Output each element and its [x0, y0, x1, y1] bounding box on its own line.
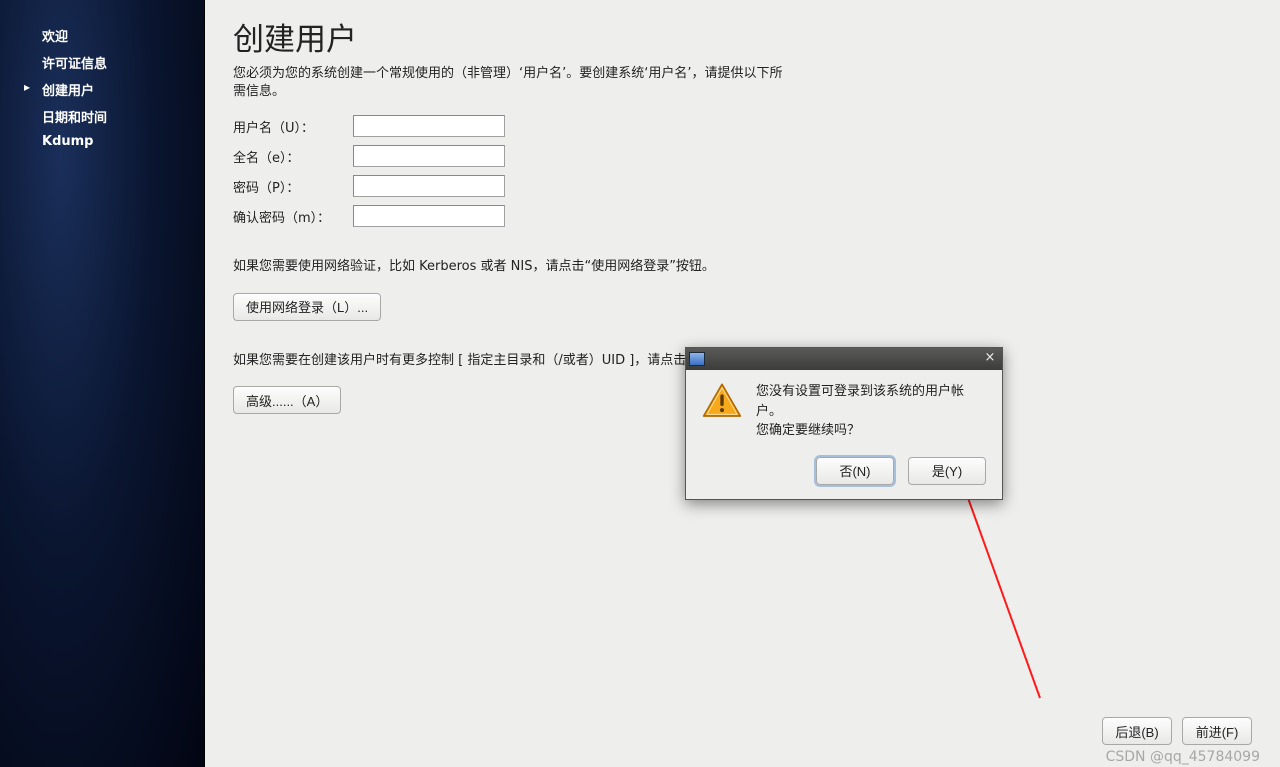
sidebar-item-kdump[interactable]: Kdump: [0, 130, 204, 153]
confirm-password-label: 确认密码（m）：: [233, 207, 353, 226]
fullname-input[interactable]: [353, 145, 505, 167]
username-input[interactable]: [353, 115, 505, 137]
network-login-button[interactable]: 使用网络登录（L）...: [233, 293, 381, 321]
network-login-hint: 如果您需要使用网络验证，比如 Kerberos 或者 NIS，请点击“使用网络登…: [233, 257, 793, 277]
dialog-no-button[interactable]: 否(N): [816, 457, 894, 485]
page-intro: 您必须为您的系统创建一个常规使用的（非管理）‘用户名’。要创建系统‘用户名’，请…: [233, 65, 793, 101]
forward-button[interactable]: 前进(F): [1182, 717, 1252, 745]
page-title: 创建用户: [233, 14, 1252, 59]
dialog-line2: 您确定要继续吗？: [756, 421, 986, 441]
setup-sidebar: 欢迎 许可证信息 创建用户 日期和时间 Kdump: [0, 0, 205, 767]
warning-icon: [702, 382, 742, 420]
main-panel: 创建用户 您必须为您的系统创建一个常规使用的（非管理）‘用户名’。要创建系统‘用…: [205, 0, 1280, 767]
advanced-button[interactable]: 高级......（A）: [233, 386, 341, 414]
wizard-footer: 后退(B) 前进(F): [1102, 717, 1252, 745]
window-icon: [689, 352, 705, 366]
close-icon[interactable]: ×: [981, 351, 999, 367]
back-button[interactable]: 后退(B): [1102, 717, 1172, 745]
dialog-yes-button[interactable]: 是(Y): [908, 457, 986, 485]
watermark: CSDN @qq_45784099: [1106, 749, 1260, 765]
dialog-titlebar[interactable]: ×: [686, 348, 1002, 370]
sidebar-item-license[interactable]: 许可证信息: [0, 49, 204, 76]
dialog-text: 您没有设置可登录到该系统的用户帐户。 您确定要继续吗？: [756, 382, 986, 441]
username-label: 用户名（U）：: [233, 117, 353, 136]
sidebar-item-welcome[interactable]: 欢迎: [0, 22, 204, 49]
sidebar-item-datetime[interactable]: 日期和时间: [0, 103, 204, 130]
password-input[interactable]: [353, 175, 505, 197]
confirm-dialog: × 您没有设置可登录到该系统的用户帐户。 您确定要继续吗？ 否(N) 是(Y): [685, 347, 1003, 500]
password-label: 密码（P）：: [233, 177, 353, 196]
confirm-password-input[interactable]: [353, 205, 505, 227]
dialog-line1: 您没有设置可登录到该系统的用户帐户。: [756, 382, 986, 421]
sidebar-item-create-user[interactable]: 创建用户: [0, 76, 204, 103]
fullname-label: 全名（e）：: [233, 147, 353, 166]
